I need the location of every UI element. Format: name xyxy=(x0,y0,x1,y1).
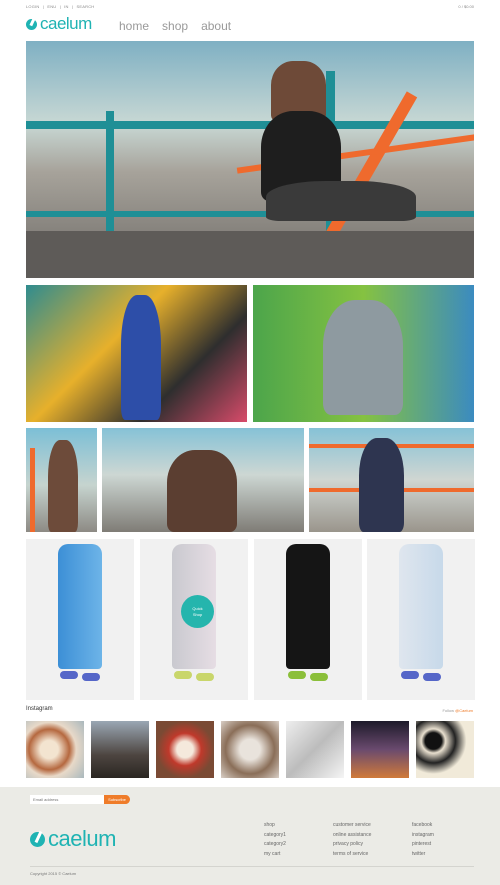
leggings-image xyxy=(58,544,102,669)
gym-photo-3[interactable] xyxy=(309,428,474,532)
shoe-decor xyxy=(310,673,328,681)
railing-decor xyxy=(106,111,114,231)
nav-about[interactable]: about xyxy=(201,19,231,33)
subscribe-button[interactable]: Subscribe xyxy=(104,795,130,804)
model-figure xyxy=(167,450,237,532)
instagram-title: Instagram xyxy=(26,706,53,712)
shoe-decor xyxy=(423,673,441,681)
logo-text: caelum xyxy=(48,826,116,851)
model-figure xyxy=(48,440,78,532)
instagram-thumb[interactable] xyxy=(416,721,474,778)
leggings-image xyxy=(399,544,443,669)
cart-summary[interactable]: 0 / $0.00 xyxy=(458,4,474,9)
separator: | xyxy=(71,4,74,9)
quick-shop-button[interactable]: Quick Shop xyxy=(181,595,214,628)
graffiti-photo-right[interactable] xyxy=(253,285,474,422)
logo-text: caelum xyxy=(40,14,92,33)
instagram-follow[interactable]: Follow @Caelum xyxy=(442,708,473,713)
footer-column-social: facebook instagram pinterest twitter xyxy=(412,821,434,859)
leggings-image xyxy=(286,544,330,669)
logo-mark-icon xyxy=(26,18,37,30)
top-bar: LOGIN | ENU | IN | SEARCH 0 / $0.00 xyxy=(26,3,474,11)
region-link[interactable]: IN xyxy=(64,4,68,9)
shoe-decor xyxy=(288,671,306,679)
separator: | xyxy=(42,4,45,9)
instagram-handle[interactable]: @Caelum xyxy=(455,708,473,713)
model-figure xyxy=(121,295,161,420)
ground-decor xyxy=(26,231,474,278)
instagram-thumb[interactable] xyxy=(156,721,214,778)
product-card-4[interactable] xyxy=(367,539,475,700)
shoe-decor xyxy=(196,673,214,681)
hero-image[interactable] xyxy=(26,41,474,278)
shoe-decor xyxy=(174,671,192,679)
copyright: Copyright 2015 © Caelum xyxy=(30,871,77,876)
nav-home[interactable]: home xyxy=(119,19,149,33)
footer-column-shop: shop category1 category2 my cart xyxy=(264,821,286,859)
railing-decor xyxy=(26,121,474,129)
quick-shop-label: Shop xyxy=(192,611,203,617)
main-nav: home shop about xyxy=(119,19,231,33)
model-figure xyxy=(359,438,404,532)
footer-link-privacy-policy[interactable]: privacy policy xyxy=(333,840,371,850)
email-field[interactable] xyxy=(30,795,104,804)
model-figure xyxy=(323,300,403,415)
bar-decor xyxy=(30,448,35,532)
footer-link-facebook[interactable]: facebook xyxy=(412,821,434,831)
product-card-1[interactable] xyxy=(26,539,134,700)
footer-link-online-assistance[interactable]: online assistance xyxy=(333,831,371,841)
logo-mark-icon xyxy=(30,831,45,847)
page: LOGIN | ENU | IN | SEARCH 0 / $0.00 cael… xyxy=(0,0,500,885)
shoe-decor xyxy=(401,671,419,679)
footer-link-category1[interactable]: category1 xyxy=(264,831,286,841)
footer-link-category2[interactable]: category2 xyxy=(264,840,286,850)
footer-link-pinterest[interactable]: pinterest xyxy=(412,840,434,850)
instagram-thumb[interactable] xyxy=(351,721,409,778)
footer-column-service: customer service online assistance priva… xyxy=(333,821,371,859)
instagram-thumb[interactable] xyxy=(91,721,149,778)
footer-link-customer-service[interactable]: customer service xyxy=(333,821,371,831)
login-link[interactable]: LOGIN xyxy=(26,4,39,9)
product-card-3[interactable] xyxy=(254,539,362,700)
shoe-decor xyxy=(82,673,100,681)
search-link[interactable]: SEARCH xyxy=(77,4,95,9)
footer-link-instagram[interactable]: instagram xyxy=(412,831,434,841)
footer-link-terms-of-service[interactable]: terms of service xyxy=(333,850,371,860)
nav-shop[interactable]: shop xyxy=(162,19,188,33)
footer-divider xyxy=(30,866,474,867)
product-card-2[interactable]: Quick Shop xyxy=(140,539,248,700)
site-logo[interactable]: caelum xyxy=(26,14,92,34)
footer-link-my-cart[interactable]: my cart xyxy=(264,850,286,860)
instagram-thumb[interactable] xyxy=(221,721,279,778)
top-links: LOGIN | ENU | IN | SEARCH xyxy=(26,4,96,9)
shoe-decor xyxy=(60,671,78,679)
language-link[interactable]: ENU xyxy=(47,4,56,9)
footer-link-twitter[interactable]: twitter xyxy=(412,850,434,860)
model-legs xyxy=(266,181,416,221)
follow-label: Follow xyxy=(442,708,455,713)
footer-link-shop[interactable]: shop xyxy=(264,821,286,831)
instagram-thumb[interactable] xyxy=(286,721,344,778)
graffiti-photo-left[interactable] xyxy=(26,285,247,422)
gym-photo-2[interactable] xyxy=(102,428,304,532)
gym-photo-1[interactable] xyxy=(26,428,97,532)
footer-logo[interactable]: caelum xyxy=(30,826,116,852)
instagram-thumb[interactable] xyxy=(26,721,84,778)
separator: | xyxy=(59,4,61,9)
